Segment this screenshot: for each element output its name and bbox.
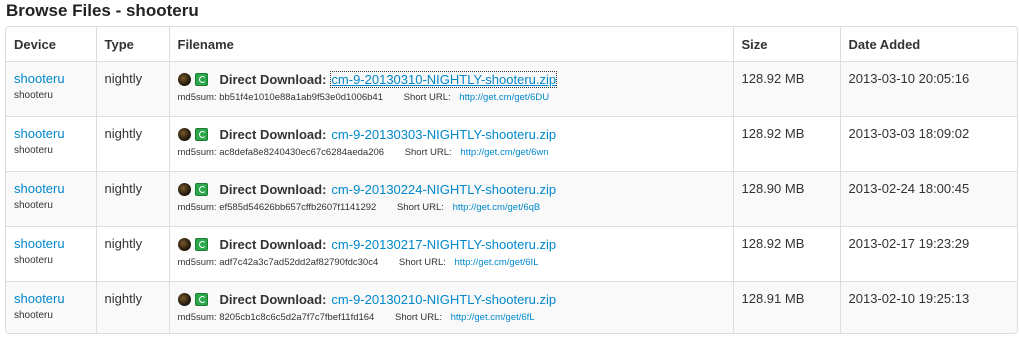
meta-line: md5sum: ef585d54626bb657cffb2607f1141292… <box>178 202 725 213</box>
device-link[interactable]: shooteru <box>14 236 88 251</box>
device-link[interactable]: shooteru <box>14 71 88 86</box>
direct-download-label: Direct Download: <box>219 291 327 307</box>
date-added-cell: 2013-02-24 18:00:45 <box>839 171 1017 227</box>
device-cell: shooteru shooteru <box>6 281 96 333</box>
device-codename: shooteru <box>14 200 53 211</box>
md5-value: ac8defa8e8240430ec67c6284aeda206 <box>219 147 385 158</box>
download-line: Direct Download: cm-9-20130303-NIGHTLY-s… <box>177 124 725 144</box>
meta-line: md5sum: ac8defa8e8240430ec67c6284aeda206… <box>178 147 725 158</box>
short-url-link[interactable]: http://get.cm/get/6qB <box>453 202 541 213</box>
md5-value: bb51f4e1010e88a1ab9f53e0d1006b41 <box>219 92 384 103</box>
table-row: shooteru shooteru nightly Direct Downloa… <box>6 281 1017 333</box>
md5-label: md5sum: <box>177 92 217 103</box>
filename-download-link[interactable]: cm-9-20130303-NIGHTLY-shooteru.zip <box>331 127 556 142</box>
filename-cell: Direct Download: cm-9-20130210-NIGHTLY-s… <box>168 281 733 333</box>
device-codename: shooteru <box>14 310 53 321</box>
direct-download-label: Direct Download: <box>219 126 327 142</box>
files-table-container: Device Type Filename Size Date Added sho… <box>5 26 1018 334</box>
type-cell: nightly <box>95 61 169 117</box>
download-line: Direct Download: cm-9-20130210-NIGHTLY-s… <box>177 289 725 309</box>
short-url-link[interactable]: http://get.cm/get/6DU <box>459 92 549 103</box>
size-cell: 128.90 MB <box>732 171 840 227</box>
md5-label: md5sum: <box>177 257 217 268</box>
device-cell: shooteru shooteru <box>6 116 96 172</box>
table-row: shooteru shooteru nightly Direct Downloa… <box>6 61 1017 117</box>
device-codename: shooteru <box>14 255 53 266</box>
header-type: Type <box>95 27 169 62</box>
download-line: Direct Download: cm-9-20130224-NIGHTLY-s… <box>177 179 725 199</box>
device-cell: shooteru shooteru <box>6 61 96 117</box>
filename-cell: Direct Download: cm-9-20130303-NIGHTLY-s… <box>168 116 733 172</box>
device-link[interactable]: shooteru <box>14 126 88 141</box>
size-cell: 128.92 MB <box>732 61 840 117</box>
green-download-icon[interactable] <box>194 182 208 196</box>
short-url-link[interactable]: http://get.cm/get/6wn <box>460 147 548 158</box>
meta-line: md5sum: 8205cb1c8c6c5d2a7f7c7fbef11fd164… <box>178 312 725 323</box>
device-codename: shooteru <box>14 145 53 156</box>
files-table: Device Type Filename Size Date Added sho… <box>6 27 1017 333</box>
bug-icon[interactable] <box>177 127 191 141</box>
filename-cell: Direct Download: cm-9-20130217-NIGHTLY-s… <box>168 226 733 282</box>
green-download-icon[interactable] <box>194 127 208 141</box>
type-cell: nightly <box>95 171 169 227</box>
size-cell: 128.91 MB <box>732 281 840 333</box>
filename-download-link[interactable]: cm-9-20130224-NIGHTLY-shooteru.zip <box>331 182 556 197</box>
green-download-icon[interactable] <box>194 72 208 86</box>
table-row: shooteru shooteru nightly Direct Downloa… <box>6 116 1017 172</box>
device-link[interactable]: shooteru <box>14 181 88 196</box>
meta-line: md5sum: adf7c42a3c7ad52dd2af82790fdc30c4… <box>178 257 725 268</box>
table-row: shooteru shooteru nightly Direct Downloa… <box>6 226 1017 282</box>
type-cell: nightly <box>95 116 169 172</box>
type-cell: nightly <box>95 226 169 282</box>
table-row: shooteru shooteru nightly Direct Downloa… <box>6 171 1017 227</box>
short-url-link[interactable]: http://get.cm/get/6IL <box>455 257 539 268</box>
green-download-icon[interactable] <box>194 292 208 306</box>
md5-value: 8205cb1c8c6c5d2a7f7c7fbef11fd164 <box>219 312 375 323</box>
green-download-icon[interactable] <box>194 237 208 251</box>
size-cell: 128.92 MB <box>732 226 840 282</box>
direct-download-label: Direct Download: <box>219 236 327 252</box>
filename-download-link[interactable]: cm-9-20130310-NIGHTLY-shooteru.zip <box>330 70 558 88</box>
header-size: Size <box>732 27 840 62</box>
bug-icon[interactable] <box>177 182 191 196</box>
short-url-label: Short URL: <box>398 257 446 268</box>
meta-line: md5sum: bb51f4e1010e88a1ab9f53e0d1006b41… <box>178 92 725 103</box>
filename-download-link[interactable]: cm-9-20130217-NIGHTLY-shooteru.zip <box>331 237 556 252</box>
direct-download-label: Direct Download: <box>219 181 327 197</box>
bug-icon[interactable] <box>177 72 191 86</box>
short-url-label: Short URL: <box>403 92 451 103</box>
device-link[interactable]: shooteru <box>14 291 88 306</box>
header-date-added: Date Added <box>839 27 1017 62</box>
device-codename: shooteru <box>14 90 53 101</box>
header-device: Device <box>14 36 56 52</box>
short-url-label: Short URL: <box>394 312 442 323</box>
direct-download-label: Direct Download: <box>219 71 327 87</box>
type-cell: nightly <box>95 281 169 333</box>
filename-cell: Direct Download: cm-9-20130310-NIGHTLY-s… <box>168 61 733 117</box>
md5-label: md5sum: <box>177 147 217 158</box>
date-added-cell: 2013-02-10 19:25:13 <box>839 281 1017 333</box>
md5-value: ef585d54626bb657cffb2607f1141292 <box>219 202 377 213</box>
table-header-row: Device Type Filename Size Date Added <box>6 27 1017 62</box>
filename-cell: Direct Download: cm-9-20130224-NIGHTLY-s… <box>168 171 733 227</box>
date-added-cell: 2013-03-10 20:05:16 <box>839 61 1017 117</box>
filename-download-link[interactable]: cm-9-20130210-NIGHTLY-shooteru.zip <box>331 292 556 307</box>
md5-label: md5sum: <box>177 312 217 323</box>
short-url-link[interactable]: http://get.cm/get/6fL <box>451 312 535 323</box>
download-line: Direct Download: cm-9-20130310-NIGHTLY-s… <box>177 69 725 89</box>
device-cell: shooteru shooteru <box>6 226 96 282</box>
header-filename: Filename <box>168 27 733 62</box>
bug-icon[interactable] <box>177 237 191 251</box>
download-line: Direct Download: cm-9-20130217-NIGHTLY-s… <box>177 234 725 254</box>
date-added-cell: 2013-02-17 19:23:29 <box>839 226 1017 282</box>
date-added-cell: 2013-03-03 18:09:02 <box>839 116 1017 172</box>
page-title: Browse Files - shooteru <box>6 1 199 20</box>
short-url-label: Short URL: <box>404 147 452 158</box>
device-cell: shooteru shooteru <box>6 171 96 227</box>
short-url-label: Short URL: <box>396 202 444 213</box>
bug-icon[interactable] <box>177 292 191 306</box>
size-cell: 128.92 MB <box>732 116 840 172</box>
md5-value: adf7c42a3c7ad52dd2af82790fdc30c4 <box>219 257 379 268</box>
md5-label: md5sum: <box>177 202 217 213</box>
